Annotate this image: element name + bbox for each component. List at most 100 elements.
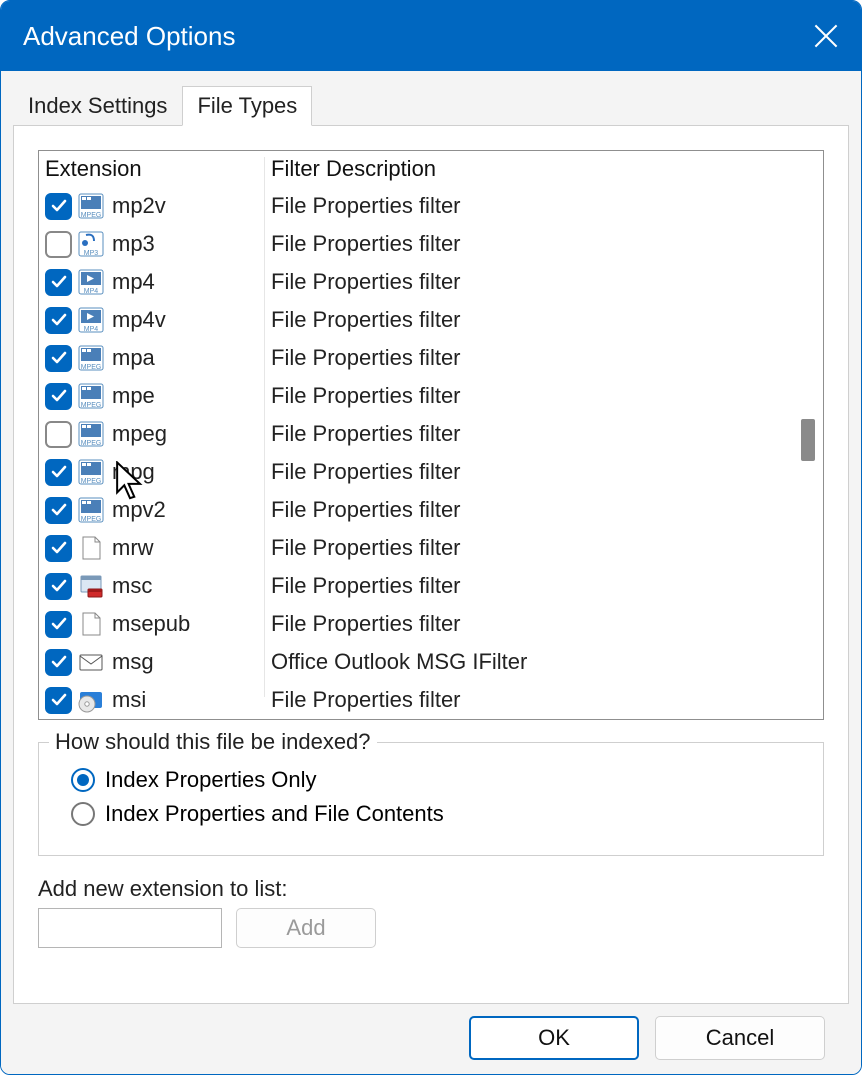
row-checkbox[interactable] [45, 193, 72, 220]
titlebar: Advanced Options [1, 1, 861, 71]
file-type-icon: MP4 [78, 307, 104, 333]
svg-text:MPEG: MPEG [81, 516, 102, 523]
cancel-button[interactable]: Cancel [655, 1016, 825, 1060]
add-button[interactable]: Add [236, 908, 376, 948]
filter-description: File Properties filter [271, 307, 461, 333]
extension-label: mp3 [112, 231, 155, 257]
file-types-list: Extension Filter Description MPEG mp2v Fil… [38, 150, 824, 720]
file-type-icon: MP4 [78, 269, 104, 295]
filter-description: File Properties filter [271, 269, 461, 295]
add-extension-label: Add new extension to list: [38, 876, 824, 902]
dialog-buttons: OK Cancel [13, 1004, 849, 1060]
extension-label: mrw [112, 535, 154, 561]
list-scrollbar[interactable] [791, 151, 823, 719]
row-checkbox[interactable] [45, 687, 72, 714]
extension-label: msepub [112, 611, 190, 637]
radio-label: Index Properties Only [105, 767, 317, 793]
tab-file-types[interactable]: File Types [182, 86, 312, 126]
filter-description: File Properties filter [271, 193, 461, 219]
row-checkbox[interactable] [45, 383, 72, 410]
extension-label: mpa [112, 345, 155, 371]
table-row[interactable]: MP3 mp3 File Properties filter [39, 225, 791, 263]
add-extension-input[interactable] [38, 908, 222, 948]
svg-text:MPEG: MPEG [81, 364, 102, 371]
extension-label: mp2v [112, 193, 166, 219]
file-type-icon [78, 535, 104, 561]
table-row[interactable]: MPEG mpa File Properties filter [39, 339, 791, 377]
file-type-icon: MPEG [78, 193, 104, 219]
table-row[interactable]: MPEGmpegFile Properties filter [39, 415, 791, 453]
filter-description: File Properties filter [271, 383, 461, 409]
index-mode-legend: How should this file be indexed? [49, 729, 377, 755]
table-row[interactable]: MP4 mp4v File Properties filter [39, 301, 791, 339]
list-header: Extension Filter Description [39, 151, 791, 187]
filter-description: File Properties filter [271, 535, 461, 561]
extension-label: mpg [112, 459, 155, 485]
extension-label: msg [112, 649, 154, 675]
row-checkbox[interactable] [45, 231, 72, 258]
row-checkbox[interactable] [45, 649, 72, 676]
index-mode-group: How should this file be indexed? Index P… [38, 742, 824, 856]
table-row[interactable]: MPEG mpe File Properties filter [39, 377, 791, 415]
close-icon[interactable] [813, 23, 839, 49]
table-row[interactable]: msg Office Outlook MSG IFilter [39, 643, 791, 681]
file-type-icon: MPEG [78, 383, 104, 409]
extension-label: mpe [112, 383, 155, 409]
extension-label: msi [112, 687, 146, 713]
row-checkbox[interactable] [45, 573, 72, 600]
table-row[interactable]: MPEG mp2v File Properties filter [39, 187, 791, 225]
row-checkbox[interactable] [45, 535, 72, 562]
window-title: Advanced Options [23, 21, 235, 52]
svg-text:MP3: MP3 [84, 250, 99, 257]
table-row[interactable]: MPEG mpg File Properties filter [39, 453, 791, 491]
radio-properties-and-contents[interactable]: Index Properties and File Contents [71, 801, 805, 827]
file-type-icon: MP3 [78, 231, 104, 257]
filter-description: File Properties filter [271, 345, 461, 371]
file-type-icon [78, 611, 104, 637]
extension-label: mp4 [112, 269, 155, 295]
filter-description: Office Outlook MSG IFilter [271, 649, 527, 675]
file-type-icon: MPEG [78, 497, 104, 523]
file-type-icon: MPEG [78, 345, 104, 371]
table-row[interactable]: MP4 mp4 File Properties filter [39, 263, 791, 301]
radio-properties-only[interactable]: Index Properties Only [71, 767, 805, 793]
svg-text:MPEG: MPEG [81, 402, 102, 409]
table-row[interactable]: msi File Properties filter [39, 681, 791, 719]
svg-text:MPEG: MPEG [81, 212, 102, 219]
svg-text:MPEG: MPEG [81, 440, 102, 447]
filter-description: File Properties filter [271, 573, 461, 599]
file-type-icon [78, 649, 104, 675]
radio-label: Index Properties and File Contents [105, 801, 444, 827]
file-type-icon: MPEG [78, 459, 104, 485]
row-checkbox[interactable] [45, 611, 72, 638]
radio-icon [71, 802, 95, 826]
ok-button[interactable]: OK [469, 1016, 639, 1060]
row-checkbox[interactable] [45, 459, 72, 486]
scrollbar-thumb[interactable] [801, 419, 815, 461]
filter-description: File Properties filter [271, 611, 461, 637]
row-checkbox[interactable] [45, 345, 72, 372]
filter-description: File Properties filter [271, 497, 461, 523]
radio-icon [71, 768, 95, 792]
column-header-description[interactable]: Filter Description [271, 156, 791, 182]
file-type-icon [78, 573, 104, 599]
extension-label: mp4v [112, 307, 166, 333]
row-checkbox[interactable] [45, 421, 72, 448]
row-checkbox[interactable] [45, 497, 72, 524]
svg-text:MP4: MP4 [84, 326, 99, 333]
table-row[interactable]: MPEGmpv2File Properties filter [39, 491, 791, 529]
table-row[interactable]: msepub File Properties filter [39, 605, 791, 643]
table-row[interactable]: mscFile Properties filter [39, 567, 791, 605]
row-checkbox[interactable] [45, 307, 72, 334]
client-area: Index Settings File Types Extension Filt… [1, 71, 861, 1074]
filter-description: File Properties filter [271, 687, 461, 713]
tab-index-settings[interactable]: Index Settings [13, 86, 182, 126]
filter-description: File Properties filter [271, 459, 461, 485]
filter-description: File Properties filter [271, 421, 461, 447]
file-type-icon [78, 687, 104, 713]
filter-description: File Properties filter [271, 231, 461, 257]
column-header-extension[interactable]: Extension [39, 156, 271, 182]
tab-strip: Index Settings File Types [13, 83, 849, 125]
row-checkbox[interactable] [45, 269, 72, 296]
table-row[interactable]: mrw File Properties filter [39, 529, 791, 567]
